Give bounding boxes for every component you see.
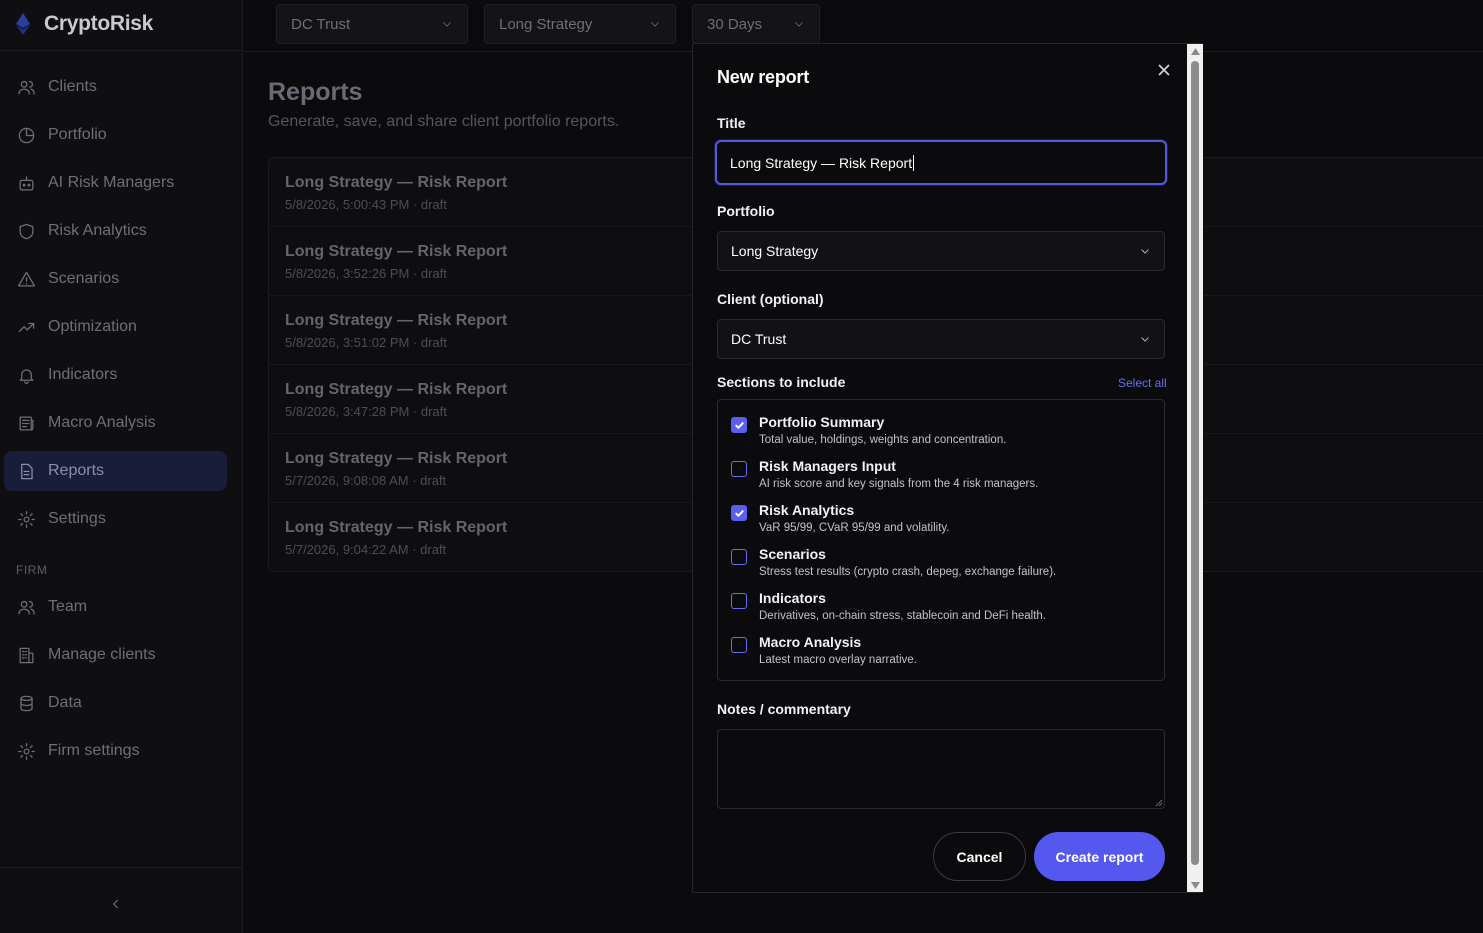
checkbox-checked[interactable]: [731, 417, 747, 433]
dialog-title: New report: [717, 67, 810, 87]
chevron-down-icon: [1141, 337, 1149, 342]
section-description: VaR 95/99, CVaR 95/99 and volatility.: [759, 522, 950, 534]
section-title: Portfolio Summary: [759, 414, 885, 430]
section-option-scenarios[interactable]: Scenarios Stress test results (crypto cr…: [731, 546, 1151, 590]
resize-grip-icon[interactable]: [1155, 799, 1163, 807]
client-select-value: DC Trust: [731, 331, 787, 347]
sections-list: Portfolio Summary Total value, holdings,…: [717, 399, 1165, 681]
section-description: Latest macro overlay narrative.: [759, 654, 917, 666]
notes-field-label: Notes / commentary: [717, 701, 851, 717]
close-button[interactable]: [1154, 60, 1174, 80]
checkbox[interactable]: [731, 461, 747, 477]
new-report-dialog: New report Title Long Strategy — Risk Re…: [692, 43, 1203, 893]
checkbox[interactable]: [731, 637, 747, 653]
text-caret: [913, 154, 915, 171]
checkbox-checked[interactable]: [731, 505, 747, 521]
cancel-button[interactable]: Cancel: [933, 832, 1026, 881]
section-title: Risk Managers Input: [759, 458, 896, 474]
checkbox[interactable]: [731, 549, 747, 565]
title-input-value: Long Strategy — Risk Report: [730, 154, 913, 171]
portfolio-select[interactable]: Long Strategy: [717, 231, 1165, 271]
select-all-link[interactable]: Select all: [1118, 376, 1167, 390]
check-icon: [734, 509, 744, 517]
notes-textarea[interactable]: [717, 729, 1165, 809]
checkbox[interactable]: [731, 593, 747, 609]
scroll-up-arrow-icon[interactable]: [1187, 44, 1203, 58]
chevron-down-icon: [1141, 249, 1149, 254]
title-field-label: Title: [717, 115, 746, 131]
section-option-portfolio-summary[interactable]: Portfolio Summary Total value, holdings,…: [731, 414, 1151, 458]
section-title: Macro Analysis: [759, 634, 862, 650]
check-icon: [734, 421, 744, 429]
section-title: Indicators: [759, 590, 826, 606]
section-description: AI risk score and key signals from the 4…: [759, 478, 1039, 490]
create-report-button[interactable]: Create report: [1034, 832, 1165, 881]
dialog-scrollbar[interactable]: [1187, 44, 1203, 892]
scroll-down-arrow-icon[interactable]: [1187, 878, 1203, 892]
close-icon: [1158, 64, 1170, 76]
section-option-risk-managers-input[interactable]: Risk Managers Input AI risk score and ke…: [731, 458, 1151, 502]
section-title: Risk Analytics: [759, 502, 855, 518]
portfolio-select-value: Long Strategy: [731, 243, 819, 259]
client-field-label: Client (optional): [717, 291, 824, 307]
sections-label: Sections to include: [717, 374, 846, 390]
section-description: Total value, holdings, weights and conce…: [759, 434, 1007, 446]
section-option-macro-analysis[interactable]: Macro Analysis Latest macro overlay narr…: [731, 634, 1151, 678]
scrollbar-thumb[interactable]: [1191, 61, 1199, 865]
section-option-indicators[interactable]: Indicators Derivatives, on-chain stress,…: [731, 590, 1151, 634]
client-select[interactable]: DC Trust: [717, 319, 1165, 359]
section-description: Stress test results (crypto crash, depeg…: [759, 566, 1057, 578]
section-description: Derivatives, on-chain stress, stablecoin…: [759, 610, 1047, 622]
section-title: Scenarios: [759, 546, 826, 562]
section-option-risk-analytics[interactable]: Risk Analytics VaR 95/99, CVaR 95/99 and…: [731, 502, 1151, 546]
portfolio-field-label: Portfolio: [717, 203, 775, 219]
title-input[interactable]: Long Strategy — Risk Report: [715, 140, 1167, 185]
